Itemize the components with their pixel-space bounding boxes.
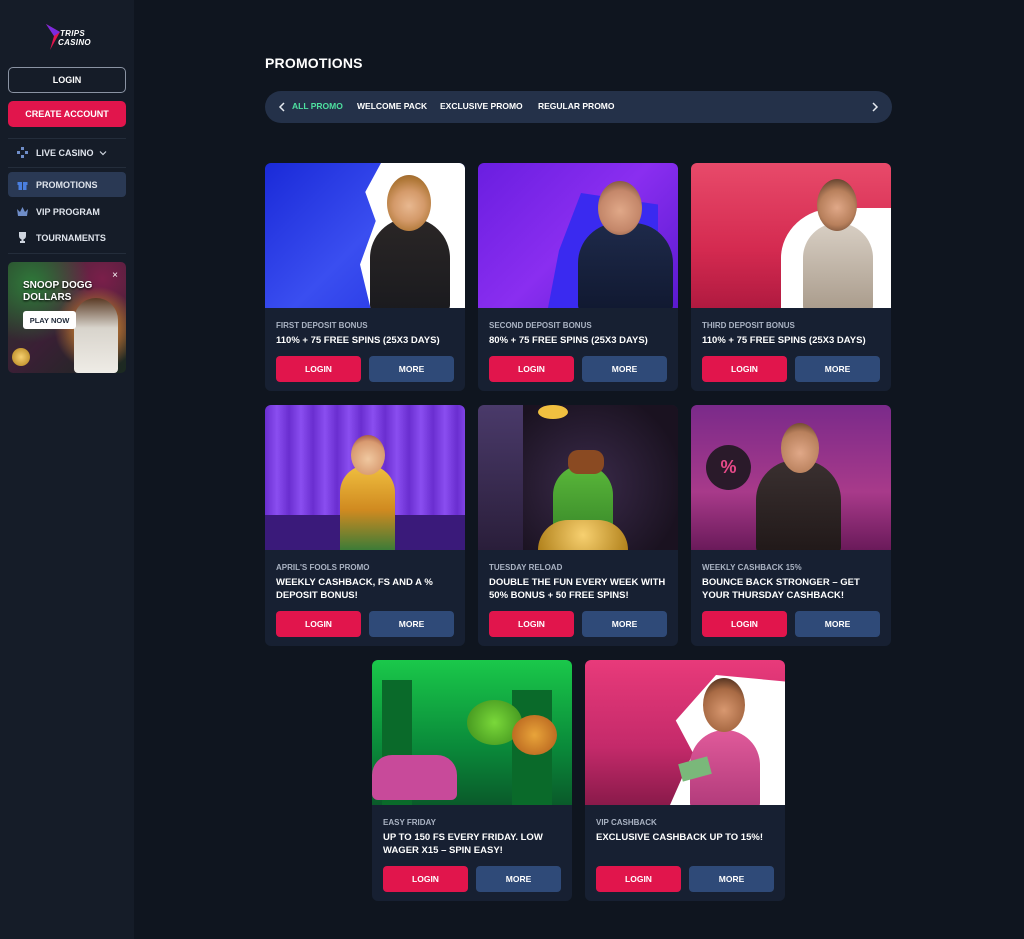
- promo-card: TUESDAY RELOAD DOUBLE THE FUN EVERY WEEK…: [478, 405, 678, 646]
- tab-all-promo[interactable]: ALL PROMO: [292, 101, 343, 111]
- divider: [8, 253, 126, 254]
- login-button[interactable]: LOGIN: [276, 611, 361, 637]
- page-title: PROMOTIONS: [265, 55, 363, 71]
- sidebar-item-label: VIP PROGRAM: [36, 206, 100, 217]
- sidebar-item-label: LIVE CASINO: [36, 147, 94, 158]
- promo-banner[interactable]: SNOOP DOGG DOLLARS PLAY NOW ×: [8, 262, 126, 373]
- promo-title: BOUNCE BACK STRONGER – GET YOUR THURSDAY…: [702, 577, 860, 601]
- logo-text: TRIPS CASINO: [58, 29, 91, 47]
- promo-tag: APRIL'S FOOLS PROMO: [276, 563, 370, 572]
- promo-image: [265, 163, 465, 308]
- promo-card: SECOND DEPOSIT BONUS 80% + 75 FREE SPINS…: [478, 163, 678, 391]
- promo-card: % WEEKLY CASHBACK 15% BOUNCE BACK STRONG…: [691, 405, 891, 646]
- more-button[interactable]: MORE: [369, 356, 454, 382]
- sidebar-login-button[interactable]: LOGIN: [8, 67, 126, 93]
- sidebar-item-label: PROMOTIONS: [36, 179, 98, 190]
- login-button[interactable]: LOGIN: [489, 356, 574, 382]
- play-now-button[interactable]: PLAY NOW: [23, 311, 76, 329]
- promo-title: 110% + 75 FREE SPINS (25X3 DAYS): [702, 335, 866, 346]
- promo-image: [585, 660, 785, 805]
- more-button[interactable]: MORE: [369, 611, 454, 637]
- promo-image: %: [691, 405, 891, 550]
- login-button[interactable]: LOGIN: [596, 866, 681, 892]
- promo-card: APRIL'S FOOLS PROMO WEEKLY CASHBACK, FS …: [265, 405, 465, 646]
- promo-title: 110% + 75 FREE SPINS (25X3 DAYS): [276, 335, 440, 346]
- promo-card: THIRD DEPOSIT BONUS 110% + 75 FREE SPINS…: [691, 163, 891, 391]
- tab-regular-promo[interactable]: REGULAR PROMO: [538, 101, 615, 111]
- login-button[interactable]: LOGIN: [276, 356, 361, 382]
- login-button[interactable]: LOGIN: [383, 866, 468, 892]
- divider: [8, 167, 126, 168]
- chevron-right-icon[interactable]: [867, 99, 883, 115]
- promo-tag: THIRD DEPOSIT BONUS: [702, 321, 795, 330]
- promo-title: DOUBLE THE FUN EVERY WEEK WITH 50% BONUS…: [489, 577, 666, 601]
- promo-tag: SECOND DEPOSIT BONUS: [489, 321, 592, 330]
- login-button[interactable]: LOGIN: [702, 611, 787, 637]
- coin-icon: [12, 348, 30, 366]
- promo-title: 80% + 75 FREE SPINS (25X3 DAYS): [489, 335, 648, 346]
- tab-welcome-pack[interactable]: WELCOME PACK: [357, 101, 427, 111]
- sidebar-item-promotions[interactable]: PROMOTIONS: [8, 172, 126, 197]
- sidebar-item-live-casino[interactable]: LIVE CASINO: [8, 140, 126, 165]
- promo-title: UP TO 150 FS EVERY FRIDAY. LOW WAGER X15…: [383, 832, 543, 856]
- promo-title: WEEKLY CASHBACK, FS AND A % DEPOSIT BONU…: [276, 577, 433, 601]
- banner-title: SNOOP DOGG DOLLARS: [23, 280, 93, 303]
- promo-tabs: ALL PROMO WELCOME PACK EXCLUSIVE PROMO R…: [265, 91, 892, 123]
- chevron-down-icon: [99, 149, 107, 157]
- promo-image: [478, 405, 678, 550]
- promo-card: EASY FRIDAY UP TO 150 FS EVERY FRIDAY. L…: [372, 660, 572, 901]
- sidebar-item-tournaments[interactable]: TOURNAMENTS: [8, 225, 126, 250]
- more-button[interactable]: MORE: [582, 611, 667, 637]
- trophy-icon: [16, 232, 28, 244]
- promo-card: VIP CASHBACK EXCLUSIVE CASHBACK UP TO 15…: [585, 660, 785, 901]
- promo-title: EXCLUSIVE CASHBACK UP TO 15%!: [596, 832, 763, 843]
- promo-image: [265, 405, 465, 550]
- promo-tag: FIRST DEPOSIT BONUS: [276, 321, 368, 330]
- promo-image: [691, 163, 891, 308]
- promo-image: [478, 163, 678, 308]
- divider: [8, 138, 126, 139]
- tab-exclusive-promo[interactable]: EXCLUSIVE PROMO: [440, 101, 523, 111]
- more-button[interactable]: MORE: [795, 356, 880, 382]
- more-button[interactable]: MORE: [795, 611, 880, 637]
- login-button[interactable]: LOGIN: [489, 611, 574, 637]
- more-button[interactable]: MORE: [582, 356, 667, 382]
- dice-icon: [16, 147, 28, 159]
- promo-tag: WEEKLY CASHBACK 15%: [702, 563, 802, 572]
- gift-icon: [16, 179, 28, 191]
- more-button[interactable]: MORE: [476, 866, 561, 892]
- promo-tag: VIP CASHBACK: [596, 818, 657, 827]
- sidebar-item-label: TOURNAMENTS: [36, 232, 106, 243]
- close-icon[interactable]: ×: [112, 270, 118, 281]
- crown-icon: [16, 206, 28, 218]
- chevron-left-icon[interactable]: [274, 99, 290, 115]
- create-account-button[interactable]: CREATE ACCOUNT: [8, 101, 126, 127]
- promo-card: FIRST DEPOSIT BONUS 110% + 75 FREE SPINS…: [265, 163, 465, 391]
- login-button[interactable]: LOGIN: [702, 356, 787, 382]
- promo-tag: TUESDAY RELOAD: [489, 563, 563, 572]
- promo-tag: EASY FRIDAY: [383, 818, 436, 827]
- banner-character-image: [74, 298, 118, 373]
- casino-logo[interactable]: TRIPS CASINO: [44, 20, 100, 52]
- sidebar: TRIPS CASINO LOGIN CREATE ACCOUNT LIVE CA…: [0, 0, 134, 939]
- sidebar-item-vip-program[interactable]: VIP PROGRAM: [8, 199, 126, 224]
- more-button[interactable]: MORE: [689, 866, 774, 892]
- promo-image: [372, 660, 572, 805]
